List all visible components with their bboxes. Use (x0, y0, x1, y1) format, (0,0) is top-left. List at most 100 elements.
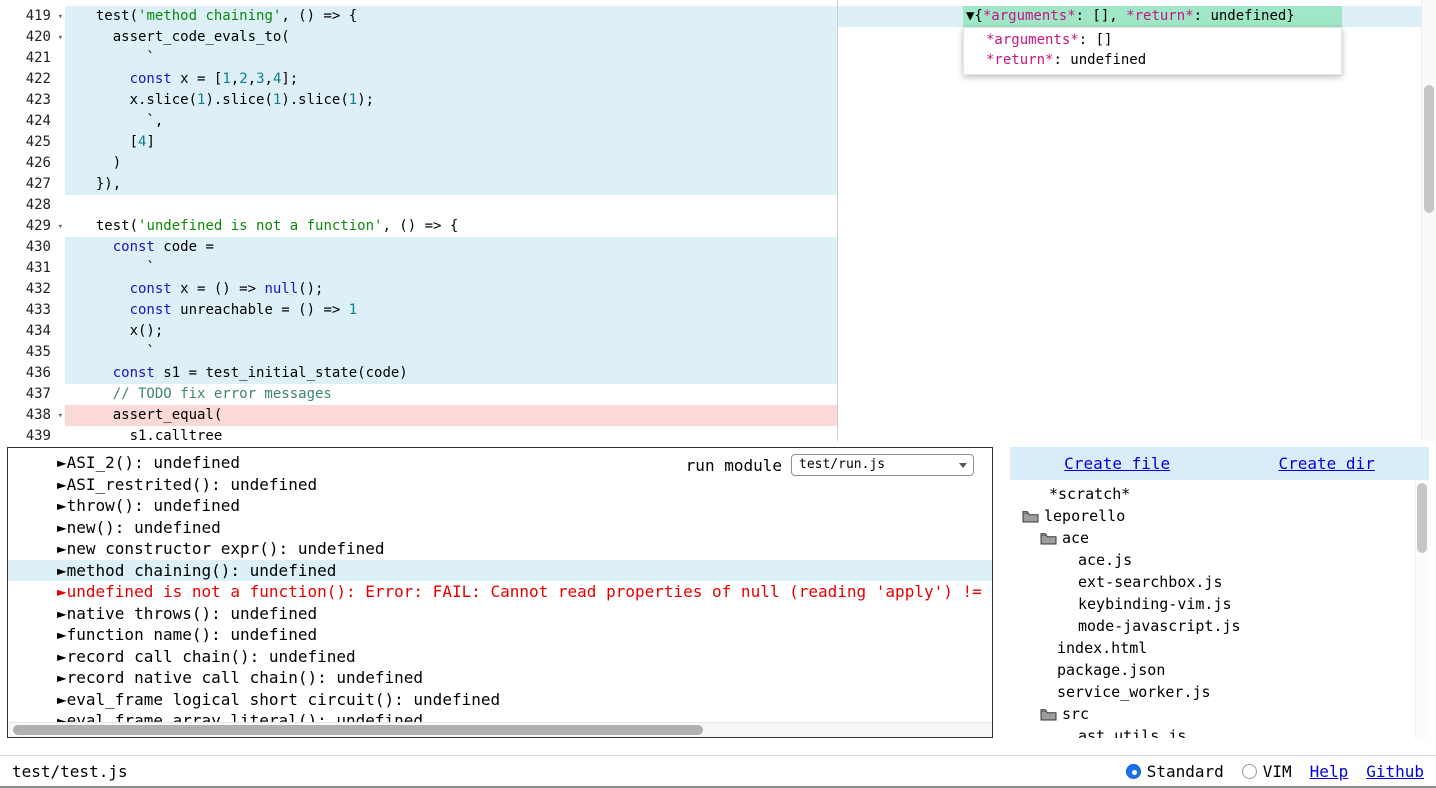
code-line-439[interactable]: s1.calltree (65, 426, 1421, 441)
code-line-435[interactable]: ` (65, 342, 1421, 363)
test-result-item[interactable]: ►throw(): undefined (8, 495, 992, 517)
gutter-line-number: 422 (0, 69, 65, 90)
gutter-line-number: 421 (0, 48, 65, 69)
test-results-panel: ►ASI_2(): undefined►ASI_restrited(): und… (7, 447, 993, 738)
test-result-item[interactable]: ►ASI_restrited(): undefined (8, 474, 992, 496)
fold-toggle-icon[interactable]: ▾ (58, 217, 63, 238)
test-result-item[interactable]: ►native throws(): undefined (8, 603, 992, 625)
tree-item-label: src (1062, 703, 1089, 725)
gutter-line-number: 439 (0, 426, 65, 441)
radio-icon[interactable] (1242, 764, 1257, 779)
code-line-437[interactable]: // TODO fix error messages (65, 384, 1421, 405)
gutter-line-number: 435 (0, 342, 65, 363)
tree-item-file[interactable]: ace.js (1010, 549, 1429, 571)
tree-item-label: index.html (1057, 637, 1147, 659)
run-module-select[interactable]: test/run.js (791, 454, 974, 476)
editor-pane-divider (837, 0, 838, 441)
tree-item-label: *scratch* (1049, 483, 1130, 505)
code-line-423[interactable]: x.slice(1).slice(1).slice(1); (65, 90, 1421, 111)
help-link[interactable]: Help (1310, 762, 1349, 781)
fold-toggle-icon[interactable]: ▾ (58, 406, 63, 427)
code-line-424[interactable]: `, (65, 111, 1421, 132)
github-link[interactable]: Github (1366, 762, 1424, 781)
radio-icon[interactable] (1126, 764, 1141, 779)
code-line-426[interactable]: ) (65, 153, 1421, 174)
gutter-line-number: 428 (0, 195, 65, 216)
fold-toggle-icon[interactable]: ▾ (58, 7, 63, 28)
code-line-436[interactable]: const s1 = test_initial_state(code) (65, 363, 1421, 384)
inspector-details: *arguments*: []*return*: undefined (963, 27, 1342, 75)
tree-item-folder[interactable]: leporello (1010, 505, 1429, 527)
scrollbar-thumb[interactable] (1424, 85, 1434, 213)
code-editor[interactable]: 419▾420▾421422423424425426427428429▾4304… (0, 0, 1436, 441)
tree-item-label: package.json (1057, 659, 1165, 681)
gutter-line-number: 420▾ (0, 27, 65, 48)
tree-item-file[interactable]: service_worker.js (1010, 681, 1429, 703)
tree-item-label: leporello (1044, 505, 1125, 527)
tree-item-folder[interactable]: ace (1010, 527, 1429, 549)
keybinding-option-label: VIM (1263, 762, 1292, 781)
run-module-control: run module test/run.js (686, 454, 974, 476)
code-line-429[interactable]: test('undefined is not a function', () =… (65, 216, 1421, 237)
gutter-line-number: 430 (0, 237, 65, 258)
test-result-item[interactable]: ►record call chain(): undefined (8, 646, 992, 668)
current-file-path: test/test.js (12, 762, 128, 781)
gutter-line-number: 427 (0, 174, 65, 195)
status-bar: test/test.js Standard VIM Help Github (0, 755, 1436, 788)
test-result-item[interactable]: ►function name(): undefined (8, 624, 992, 646)
gutter-line-number: 431 (0, 258, 65, 279)
tree-item-file[interactable]: *scratch* (1010, 483, 1429, 505)
tree-item-label: ext-searchbox.js (1078, 571, 1223, 593)
test-result-item[interactable]: ►method chaining(): undefined (8, 560, 992, 582)
scrollbar-thumb[interactable] (1417, 483, 1427, 553)
test-result-item[interactable]: ►record native call chain(): undefined (8, 667, 992, 689)
value-inspector-tooltip: ▼{*arguments*: [], *return*: undefined} … (963, 6, 1342, 75)
gutter-line-number: 425 (0, 132, 65, 153)
tree-item-label: ast_utils.js (1078, 725, 1186, 738)
scrollbar-thumb[interactable] (13, 725, 703, 735)
inspector-detail-row[interactable]: *arguments*: [] (986, 30, 1341, 50)
code-line-428[interactable] (65, 195, 1421, 216)
test-result-item[interactable]: ►undefined is not a function(): Error: F… (8, 581, 992, 603)
keybinding-option-standard[interactable]: Standard (1126, 762, 1224, 781)
gutter-line-number: 424 (0, 111, 65, 132)
create-dir-button[interactable]: Create dir (1278, 454, 1374, 473)
tree-item-label: ace.js (1078, 549, 1132, 571)
results-horizontal-scrollbar[interactable] (8, 722, 992, 737)
gutter-line-number: 438▾ (0, 405, 65, 426)
tree-item-file[interactable]: package.json (1010, 659, 1429, 681)
select-dropdown-arrow-icon (959, 463, 967, 468)
test-result-item[interactable]: ►new constructor expr(): undefined (8, 538, 992, 560)
code-line-431[interactable]: ` (65, 258, 1421, 279)
code-line-427[interactable]: }), (65, 174, 1421, 195)
keybinding-option-vim[interactable]: VIM (1242, 762, 1292, 781)
code-line-433[interactable]: const unreachable = () => 1 (65, 300, 1421, 321)
create-file-button[interactable]: Create file (1064, 454, 1170, 473)
tree-item-label: keybinding-vim.js (1078, 593, 1232, 615)
files-scrollbar[interactable] (1415, 480, 1429, 738)
tree-item-file[interactable]: mode-javascript.js (1010, 615, 1429, 637)
code-line-432[interactable]: const x = () => null(); (65, 279, 1421, 300)
test-result-item[interactable]: ►eval_frame logical short circuit(): und… (8, 689, 992, 711)
inspector-summary-row[interactable]: ▼{*arguments*: [], *return*: undefined} (963, 6, 1342, 27)
run-module-label: run module (686, 456, 782, 475)
gutter-line-number: 432 (0, 279, 65, 300)
editor-gutter: 419▾420▾421422423424425426427428429▾4304… (0, 0, 65, 441)
gutter-line-number: 423 (0, 90, 65, 111)
folder-icon (1022, 510, 1039, 523)
test-result-item[interactable]: ►new(): undefined (8, 517, 992, 539)
code-line-425[interactable]: [4] (65, 132, 1421, 153)
test-results-list: ►ASI_2(): undefined►ASI_restrited(): und… (8, 448, 992, 732)
fold-toggle-icon[interactable]: ▾ (58, 28, 63, 49)
tree-item-file[interactable]: ast_utils.js (1010, 725, 1429, 738)
tree-item-file[interactable]: index.html (1010, 637, 1429, 659)
code-line-438[interactable]: assert_equal( (65, 405, 1421, 426)
code-line-430[interactable]: const code = (65, 237, 1421, 258)
tree-item-folder[interactable]: src (1010, 703, 1429, 725)
editor-scrollbar[interactable] (1421, 0, 1436, 441)
code-line-434[interactable]: x(); (65, 321, 1421, 342)
tree-item-file[interactable]: keybinding-vim.js (1010, 593, 1429, 615)
tree-item-file[interactable]: ext-searchbox.js (1010, 571, 1429, 593)
gutter-line-number: 429▾ (0, 216, 65, 237)
inspector-detail-row[interactable]: *return*: undefined (986, 50, 1341, 70)
